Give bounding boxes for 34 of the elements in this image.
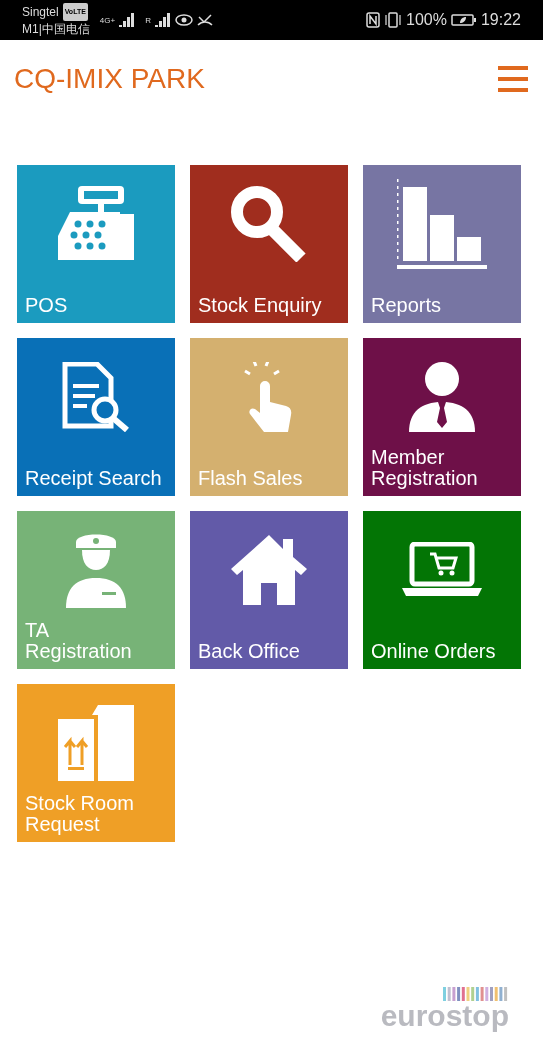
laptop-cart-icon [402,542,482,598]
clock: 19:22 [480,11,521,29]
missed-call-icon [196,13,213,27]
menu-tile[interactable]: Stock Enquiry [190,165,348,323]
signal-icon [154,13,171,27]
bar-chart-icon [397,179,487,269]
boxes-icon [58,705,134,781]
pilot-icon [66,532,126,608]
menu-tile[interactable]: Receipt Search [17,338,175,496]
menu-tile[interactable]: Online Orders [363,511,521,669]
nfc-icon [366,12,381,28]
vibrate-icon [384,12,403,28]
network-type: 4G+ [99,15,116,25]
menu-tile[interactable]: Back Office [190,511,348,669]
eye-icon [174,14,193,26]
battery-icon [450,14,477,26]
search-icon [231,186,307,262]
barcode-icon [443,987,509,1001]
battery-percentage: 100% [406,11,447,29]
signal-icon [119,13,136,27]
cash-register-icon [58,186,134,262]
carrier-name: Singtel [22,4,59,20]
tap-hand-icon [244,362,294,432]
person-icon [407,362,477,432]
menu-tile[interactable]: POS [17,165,175,323]
roaming-indicator: R [145,15,151,25]
house-icon [231,535,307,605]
menu-tile[interactable]: Member Registration [363,338,521,496]
menu-button[interactable] [498,66,528,92]
app-title: CQ-IMIX PARK [14,63,205,95]
document-search-icon [61,362,131,432]
menu-tile[interactable]: Reports [363,165,521,323]
brand-logo: eurostop [380,1001,509,1031]
carrier-name: M1|中国电信 [22,21,90,37]
